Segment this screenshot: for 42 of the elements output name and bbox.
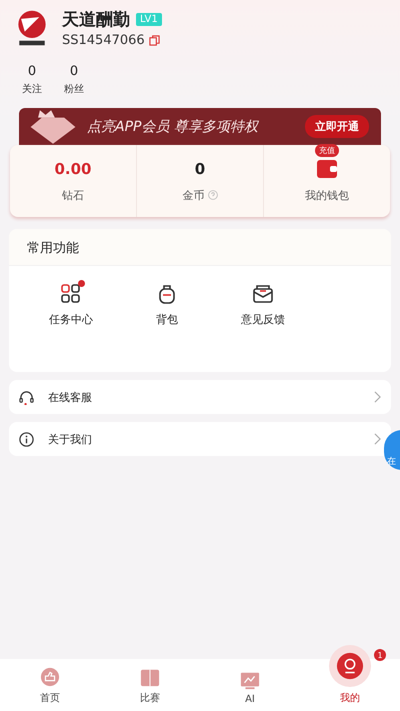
function-label[interactable]: 背包	[156, 312, 178, 327]
stat-label[interactable]: 粉丝	[64, 82, 84, 96]
tab[interactable]: 首页	[0, 659, 100, 711]
menu-label: 在线客服	[48, 390, 93, 404]
tab[interactable]: AI	[200, 659, 300, 711]
menu-row[interactable]: 关于我们	[9, 422, 391, 456]
stat-count[interactable]: 0	[70, 64, 78, 79]
function-label[interactable]: 意见反馈	[241, 312, 285, 327]
vip-banner[interactable]: 点亮APP会员 尊享多项特权 立即开通	[19, 108, 381, 145]
mail-icon[interactable]	[253, 284, 273, 304]
wallet-label: 金币	[182, 188, 204, 202]
profile-icon	[336, 652, 364, 680]
monitor-chart-icon	[240, 670, 260, 690]
headset-icon	[19, 390, 34, 404]
user-id: SS14547066	[62, 33, 145, 48]
copy-icon[interactable]	[148, 35, 160, 46]
chevron-right-icon	[374, 433, 381, 445]
section-title: 常用功能	[27, 241, 79, 256]
thumbs-up-icon	[40, 667, 60, 687]
function-label[interactable]: 任务中心	[49, 312, 93, 327]
chevron-right-icon	[374, 391, 381, 403]
diamond-amount: 0.00	[54, 160, 92, 178]
user-name: 天道酬勤	[62, 9, 130, 31]
level-badge: LV1	[136, 13, 162, 26]
menu-row[interactable]: 在线客服	[9, 380, 391, 414]
tab[interactable]: 比赛	[100, 659, 200, 711]
wallet-icon[interactable]	[317, 160, 337, 178]
tab[interactable]: 我的 1	[300, 643, 400, 711]
info-icon	[19, 432, 34, 446]
wallet-label: 我的钱包	[305, 188, 349, 202]
menu-label: 关于我们	[48, 432, 93, 446]
coin-amount: 0	[194, 160, 206, 178]
stat-label[interactable]: 关注	[22, 82, 42, 96]
stat-count[interactable]: 0	[28, 64, 36, 79]
vip-banner-text: 点亮APP会员 尊享多项特权	[87, 118, 260, 136]
scoreboard-icon	[140, 667, 160, 687]
grid-icon[interactable]	[61, 284, 81, 304]
wallet-label: 钻石	[62, 188, 84, 202]
activate-button[interactable]: 立即开通	[305, 115, 369, 138]
recharge-badge[interactable]: 充值	[315, 144, 339, 156]
notification-badge: 1	[374, 649, 386, 661]
backpack-icon[interactable]	[157, 284, 177, 304]
